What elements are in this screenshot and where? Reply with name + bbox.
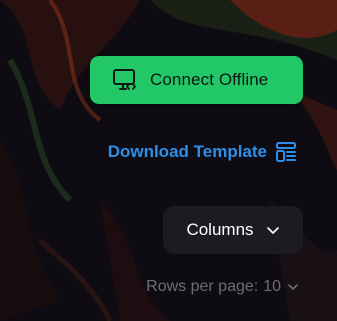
columns-label: Columns	[186, 220, 254, 239]
monitor-code-icon	[112, 67, 138, 93]
download-template-label: Download Template	[107, 142, 267, 161]
rows-per-page-selector[interactable]: Rows per page: 10	[146, 278, 299, 296]
connect-offline-button[interactable]: Connect Offline	[90, 56, 303, 104]
chevron-down-icon	[287, 281, 299, 293]
rows-per-page-value: 10	[263, 278, 281, 295]
chevron-down-icon	[266, 223, 280, 237]
download-template-link[interactable]: Download Template	[108, 141, 297, 163]
columns-button[interactable]: Columns	[163, 206, 303, 254]
template-layout-icon	[275, 141, 297, 163]
rows-per-page-label: Rows per page:	[146, 278, 259, 295]
connect-offline-label: Connect Offline	[150, 70, 269, 89]
